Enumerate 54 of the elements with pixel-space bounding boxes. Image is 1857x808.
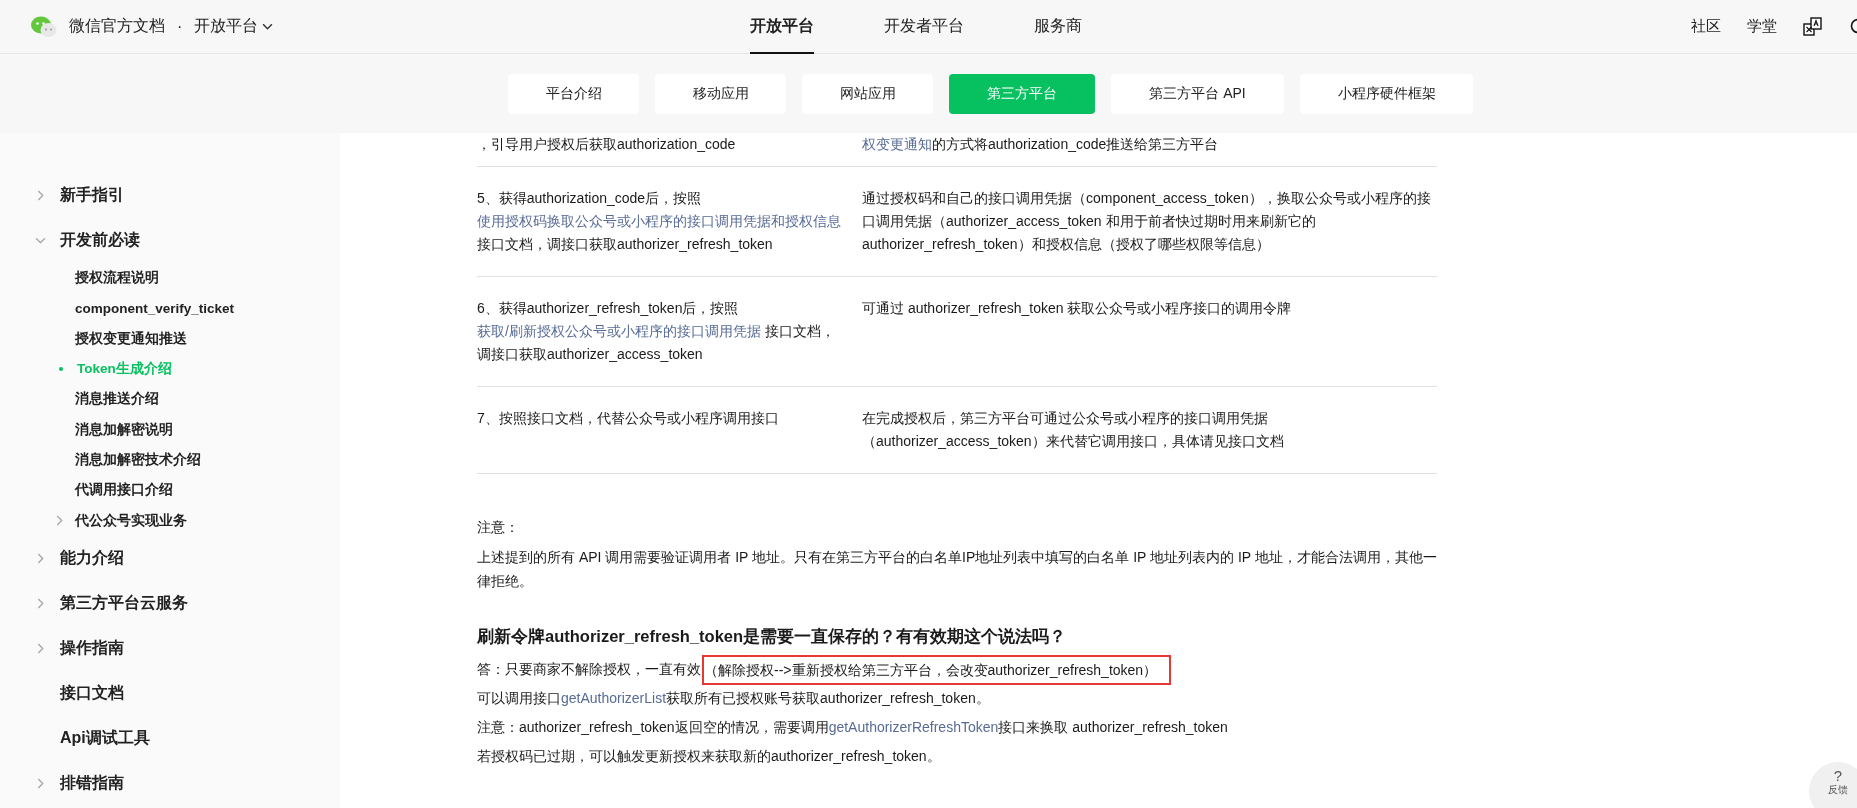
caret-icon <box>262 21 274 32</box>
sub-nav-tab[interactable]: 移动应用 <box>655 73 786 114</box>
nav-tab[interactable]: 服务商 <box>1034 0 1082 54</box>
text-link[interactable]: 使用授权码换取公众号或小程序的接口调用凭据和授权信息 <box>477 213 841 229</box>
sidebar-item[interactable]: 第三方平台云服务 <box>60 592 188 614</box>
answer-text: 可以调用接口getAuthorizerList获取所有已授权账号获取authorizer_refresh_token。 <box>477 689 991 708</box>
translate-icon[interactable] <box>1803 16 1823 37</box>
separator-dot: · <box>177 17 183 36</box>
sidebar-item[interactable]: 新手指引 <box>60 185 124 206</box>
nav-tab[interactable]: 开发者平台 <box>884 0 964 54</box>
sidebar-subitem[interactable]: 代调用接口介绍 <box>75 481 173 500</box>
site-title[interactable]: 微信官方文档 <box>69 16 165 37</box>
text-link[interactable]: getAuthorizerRefreshToken <box>828 719 999 735</box>
faq-question: 刷新令牌authorizer_refresh_token是需要一直保存的？有有效期这个说法吗？ <box>477 626 1068 647</box>
sidebar-item[interactable]: 能力介绍 <box>60 547 124 569</box>
product-dropdown[interactable]: 开放平台 <box>194 16 274 37</box>
sidebar-item[interactable]: 排错指南 <box>60 772 124 794</box>
sidebar-subitem[interactable]: 代公众号实现业务 <box>75 511 187 530</box>
sidebar-subitem[interactable]: 消息加解密说明 <box>75 420 173 439</box>
sidebar-subitem[interactable]: 消息加解密技术介绍 <box>75 450 201 469</box>
text-link[interactable]: 权变更通知 <box>862 136 932 152</box>
logo-icon <box>30 14 58 39</box>
table-cell-text: 权变更通知的方式将authorization_code推送给第三方平台 <box>862 135 1220 154</box>
sub-nav-tab[interactable]: 小程序硬件框架 <box>1300 73 1473 114</box>
active-dot-icon <box>59 367 63 372</box>
sidebar-item[interactable]: 开发前必读 <box>60 230 140 251</box>
sidebar-item[interactable]: Api调试工具 <box>60 727 150 749</box>
table-cell-text: 5、获得authorization_code后，按照 使用授权码换取公众号或小程序的接口调用凭据和授权信息 接口文档，调接口获取authorizer_refresh_token <box>477 189 842 254</box>
text-link[interactable]: 获取/刷新授权公众号或小程序的接口调用凭据 <box>477 323 761 339</box>
highlighted-text: （解除授权-->重新授权给第三方平台，会改变authorizer_refresh_token） <box>702 654 1172 685</box>
sub-nav-tab[interactable]: 平台介绍 <box>508 73 639 114</box>
nav-link[interactable]: 社区 <box>1691 17 1721 36</box>
note-title: 注意： <box>477 518 520 537</box>
sidebar-subitem[interactable]: 授权变更通知推送 <box>75 329 187 348</box>
table-cell-text: 6、获得authorizer_refresh_token后，按照 获取/刷新授权公众号或小程序的接口调用凭据 接口文档，调接口获取authorizer_access_token <box>477 299 836 364</box>
sidebar-subitem[interactable]: 授权流程说明 <box>75 269 159 288</box>
sidebar-item[interactable]: 操作指南 <box>60 637 124 659</box>
table-cell-text: 通过授权码和自己的接口调用凭据（component_access_token），换取公众号或小程序的接口调用凭据（authorizer_access_token 和用于前者快过期时用来刷新它的 authorizer_refresh_token）和授权信息（授权了哪些权限等信息） <box>862 189 1432 254</box>
sidebar-subitem[interactable]: component_verify_ticket <box>75 300 235 316</box>
table-cell-text: ，引导用户授权后获取authorization_code <box>477 135 737 154</box>
answer-text: 注意：authorizer_refresh_token返回空的情况，需要调用getAuthorizerRefreshToken接口来换取 authorizer_refresh_token <box>477 718 1229 737</box>
sub-nav-tab[interactable]: 网站应用 <box>802 73 933 114</box>
table-cell-text: 7、按照接口文档，代替公众号或小程序调用接口 <box>477 409 780 428</box>
nav-link[interactable]: 学堂 <box>1747 17 1777 36</box>
answer-text: 答：只要商家不解除授权，一直有效 <box>477 660 701 679</box>
text-link[interactable]: getAuthorizerList <box>561 690 667 706</box>
sidebar-subitem[interactable]: 消息推送介绍 <box>75 390 159 409</box>
feedback-button[interactable]: ? 反馈 <box>1809 762 1857 808</box>
answer-text: 若授权码已过期，可以触发更新授权来获取新的authorizer_refresh_token。 <box>477 747 942 766</box>
table-cell-text: 在完成授权后，第三方平台可通过公众号或小程序的接口调用凭据（authorizer_access_token）来代替它调用接口，具体请见接口文档 <box>862 409 1285 451</box>
sidebar-item[interactable]: 接口文档 <box>60 682 124 704</box>
note-paragraph: 上述提到的所有 API 调用需要验证调用者 IP 地址。只有在第三方平台的白名单IP地址列表中填写的白名单 IP 地址列表内的 IP 地址，才能合法调用，其他一律拒绝。 <box>477 548 1437 591</box>
sub-nav-tab[interactable]: 第三方平台 API <box>1111 73 1284 114</box>
table-cell-text: 可通过 authorizer_refresh_token 获取公众号或小程序接口的调用令牌 <box>862 299 1293 318</box>
